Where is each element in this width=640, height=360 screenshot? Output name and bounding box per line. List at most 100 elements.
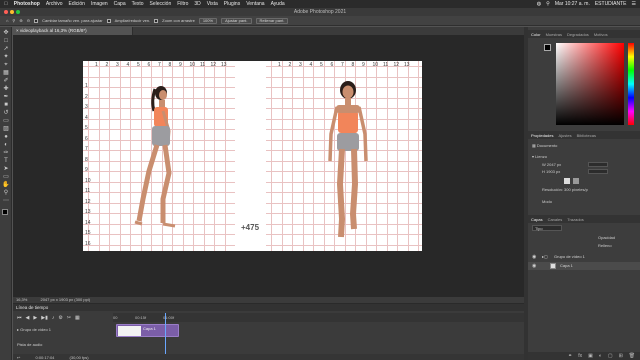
x-field[interactable] <box>588 162 608 167</box>
fill-screen-button[interactable]: Rellenar pant. <box>255 17 289 24</box>
scrubby-zoom-checkbox[interactable] <box>154 18 159 23</box>
blur-tool-icon[interactable]: ● <box>2 134 10 141</box>
playhead[interactable] <box>165 313 166 359</box>
y-field[interactable] <box>588 169 608 174</box>
tab-layers[interactable]: Capas <box>531 217 543 222</box>
type-tool-icon[interactable]: T <box>2 158 10 165</box>
zoom-tool-icon[interactable]: ⚲ <box>12 18 15 23</box>
path-select-tool-icon[interactable]: ➤ <box>2 166 10 173</box>
menu-texto[interactable]: Texto <box>132 1 144 7</box>
mask-icon[interactable]: ▣ <box>588 353 593 359</box>
color-picker-field[interactable] <box>556 43 624 125</box>
menu-plugins[interactable]: Plugins <box>224 1 240 7</box>
stamp-tool-icon[interactable]: ■ <box>2 102 10 109</box>
brush-tool-icon[interactable]: ✒ <box>2 94 10 101</box>
foreground-color-swatch[interactable] <box>2 209 8 215</box>
fit-screen-button[interactable]: Ajustar pant. <box>221 17 252 24</box>
tab-libraries[interactable]: Bibliotecas <box>577 133 596 138</box>
settings-gear-icon[interactable]: ⚙ <box>58 315 62 321</box>
control-center-icon[interactable]: ☰ <box>632 1 636 7</box>
menu-ventana[interactable]: Ventana <box>246 1 264 7</box>
tab-patterns[interactable]: Motivos <box>594 32 608 37</box>
menu-vista[interactable]: Vista <box>207 1 218 7</box>
crop-tool-icon[interactable]: ⌖ <box>2 62 10 69</box>
history-brush-tool-icon[interactable]: ↺ <box>2 110 10 117</box>
tab-channels[interactable]: Canales <box>548 217 563 222</box>
move-tool-icon[interactable]: ✥ <box>2 30 10 37</box>
landscape-orientation-icon[interactable] <box>573 178 579 184</box>
hand-tool-icon[interactable]: ✋ <box>2 182 10 189</box>
zoom-tool-panel-icon[interactable]: ⚲ <box>2 190 10 197</box>
tab-swatches[interactable]: Muestras <box>546 32 562 37</box>
layer-filter-select[interactable]: Tipo <box>532 225 562 231</box>
audio-icon[interactable]: ♪ <box>52 315 55 321</box>
split-icon[interactable]: ✂ <box>67 315 71 321</box>
play-icon[interactable]: ▶ <box>33 315 37 321</box>
tab-properties[interactable]: Propiedades <box>531 133 553 138</box>
menu-imagen[interactable]: Imagen <box>91 1 108 7</box>
marquee-tool-icon[interactable]: □ <box>2 38 10 45</box>
tab-color[interactable]: Color <box>531 32 541 37</box>
pen-tool-icon[interactable]: ✑ <box>2 150 10 157</box>
video-clip[interactable]: Capa 1 <box>116 324 179 337</box>
menu-edicion[interactable]: Edición <box>69 1 85 7</box>
timeline-ruler[interactable]: 00 00:15f 01:00f <box>113 313 524 322</box>
height-value[interactable]: 1903 px <box>546 169 560 174</box>
new-layer-icon[interactable]: ⊞ <box>619 353 623 359</box>
status-zoom[interactable]: 16,3% <box>16 297 27 302</box>
trash-icon[interactable]: 🗑 <box>629 353 635 359</box>
color-fg-swatch[interactable] <box>544 44 551 51</box>
search-icon[interactable]: ⚲ <box>546 1 550 7</box>
document-tab[interactable]: × videoplayback al 16,3% (RGB/8*) <box>13 27 133 35</box>
eraser-tool-icon[interactable]: ▭ <box>2 118 10 125</box>
new-group-icon[interactable]: ▢ <box>608 353 613 359</box>
menu-seleccion[interactable]: Selección <box>150 1 172 7</box>
render-icon[interactable]: ↩ <box>17 355 20 360</box>
menu-user[interactable]: ESTUDIANTE <box>595 1 627 7</box>
menu-clock[interactable]: Mar 10:27 a. m. <box>555 1 590 7</box>
menu-ayuda[interactable]: Ayuda <box>271 1 285 7</box>
gradient-tool-icon[interactable]: ▨ <box>2 126 10 133</box>
prev-frame-icon[interactable]: ◀ <box>26 315 30 321</box>
track-video-group[interactable]: ▸ Grupo de vídeo 1 <box>17 327 51 332</box>
wifi-icon[interactable]: ◍ <box>537 1 541 7</box>
zoom-all-checkbox[interactable] <box>106 18 111 23</box>
menu-archivo[interactable]: Archivo <box>46 1 63 7</box>
visibility-eye-icon[interactable]: ◉ <box>532 262 536 270</box>
menu-capa[interactable]: Capa <box>114 1 126 7</box>
dodge-tool-icon[interactable]: ◐ <box>2 142 10 149</box>
menu-3d[interactable]: 3D <box>194 1 200 7</box>
quick-select-tool-icon[interactable]: ✦ <box>2 54 10 61</box>
frame-tool-icon[interactable]: ▦ <box>2 70 10 77</box>
eyedropper-tool-icon[interactable]: ✐ <box>2 78 10 85</box>
track-audio[interactable]: Pista de audio <box>17 342 42 347</box>
layer-row-capa1[interactable]: ◉ Capa 1 <box>528 262 640 270</box>
shape-tool-icon[interactable]: ▭ <box>2 174 10 181</box>
link-layers-icon[interactable]: ⚭ <box>568 353 572 359</box>
menu-filtro[interactable]: Filtro <box>177 1 188 7</box>
portrait-orientation-icon[interactable] <box>564 178 570 184</box>
resize-windows-checkbox[interactable] <box>34 18 39 23</box>
apple-menu-icon[interactable]:  <box>4 1 8 7</box>
tab-adjustments[interactable]: Ajustes <box>558 133 571 138</box>
transition-icon[interactable]: ▦ <box>75 315 80 321</box>
layer-row-group[interactable]: ◉ ▸▢ Grupo de vídeo 1 <box>528 253 640 261</box>
healing-tool-icon[interactable]: ✚ <box>2 86 10 93</box>
first-frame-icon[interactable]: ⏮ <box>17 315 22 321</box>
hue-slider[interactable] <box>628 43 634 125</box>
document-canvas[interactable]: 1 2 3 4 5 6 7 8 9 10 11 12 13 1 2 3 4 5 6 7 8 9 10 11 12 13 14 15 16… <box>83 61 422 251</box>
home-icon[interactable]: ⌂ <box>6 18 8 23</box>
adjustment-icon[interactable]: ◐ <box>599 353 602 359</box>
tab-gradients[interactable]: Degradados <box>567 32 589 37</box>
zoom-100-button[interactable]: 100% <box>198 17 218 24</box>
zoom-out-icon[interactable]: ⊖ <box>27 18 30 23</box>
tab-paths[interactable]: Trazados <box>567 217 584 222</box>
zoom-in-icon[interactable]: ⊕ <box>19 18 22 23</box>
menu-app-name[interactable]: Photoshop <box>14 1 40 7</box>
next-frame-icon[interactable]: ▶▮ <box>41 315 48 321</box>
fx-icon[interactable]: fx <box>578 353 582 359</box>
edit-toolbar-icon[interactable]: ⋯ <box>2 198 10 205</box>
lasso-tool-icon[interactable]: ➚ <box>2 46 10 53</box>
width-value[interactable]: 2047 px <box>547 162 561 167</box>
visibility-eye-icon[interactable]: ◉ <box>532 253 536 261</box>
